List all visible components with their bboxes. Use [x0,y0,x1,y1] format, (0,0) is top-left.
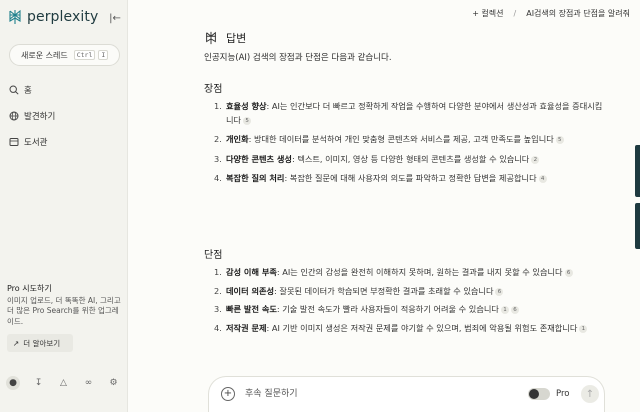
list-term: 개인화 [226,134,249,144]
list-item: 2. 데이터 의존성: 잘못된 데이터가 학습되면 부정확한 결과를 초래할 수… [200,285,608,299]
list-item: 3. 다양한 콘텐츠 생성: 텍스트, 이미지, 영상 등 다양한 형태의 콘텐… [200,153,608,167]
list-text: : 기술 발전 속도가 빨라 사용자들이 적응하기 어려울 수 있습니다 [276,304,499,314]
list-term: 데이터 의존성 [226,285,275,296]
list-number: 2. [214,134,222,144]
sidebar-item-label: 홈 [24,86,32,96]
followup-bar: + Pro ↑ [208,376,605,412]
citation-badge[interactable]: 5 [555,136,564,144]
shortcut-i: I [98,50,109,60]
list-item: 1. 감성 이해 부족: AI는 인간의 감성을 완전히 이해하지 못하며, 원… [200,266,608,280]
new-thread-button[interactable]: 새로운 스레드 Ctrl I [9,44,120,66]
list-number: 2. [214,285,222,296]
list-text: : AI는 인간보다 더 빠르고 정확하게 작업을 수행하여 다양한 분야에서 … [226,101,603,125]
cons-list: 1. 감성 이해 부족: AI는 인간의 감성을 완전히 이해하지 못하며, 원… [200,266,608,335]
attach-plus-icon[interactable]: + [221,387,235,401]
citation-badge[interactable]: 6 [495,287,504,296]
list-term: 감성 이해 부족 [226,267,277,277]
list-number: 3. [214,304,222,314]
answer-intro: 인공지능(AI) 검색의 장점과 단점은 다음과 같습니다. [204,53,392,63]
learn-more-label: 더 알아보기 [23,338,61,348]
list-item: 4. 복잡한 질의 처리: 복잡한 질문에 대해 사용자의 의도를 파악하고 정… [200,172,608,186]
pros-list: 1. 효율성 향상: AI는 인간보다 더 빠르고 정확하게 작업을 수행하여 … [200,100,608,186]
pro-promo-title: Pro 시도하기 [7,284,52,293]
list-term: 다양한 콘텐츠 생성 [226,153,292,164]
pros-heading: 장점 [204,84,223,95]
list-term: 저작권 문제 [226,322,267,333]
sidebar-item-home[interactable]: 홈 [9,84,32,96]
sidebar-item-label: 도서관 [24,138,48,148]
citation-badge[interactable]: 5 [243,116,252,125]
send-button[interactable]: ↑ [581,385,599,403]
citation-badge[interactable]: 6 [564,269,573,277]
shortcut-ctrl: Ctrl [73,50,96,60]
list-term: 복잡한 질의 처리 [226,173,285,183]
citation-badge[interactable]: 4 [538,175,547,183]
sidebar: perplexity |← 새로운 스레드 Ctrl I 홈 발견하기 도서관 … [0,0,128,412]
list-number: 4. [214,173,222,183]
add-to-collection-button[interactable]: + 컬렉션 [472,8,503,19]
citation-badge[interactable]: 1 [500,306,509,314]
pro-promo: Pro 시도하기 이미지 업로드, 더 똑똑한 AI, 그리고 더 많은 Pro… [7,284,123,327]
list-text: : 복잡한 질문에 대해 사용자의 의도를 파악하고 정확한 답변을 제공합니다 [284,173,537,183]
list-number: 1. [214,101,222,111]
collapse-sidebar-icon[interactable]: |← [109,13,121,24]
list-number: 4. [214,322,222,333]
feedback-icon[interactable]: ∞ [82,377,95,390]
answer-heading-label: 답변 [226,32,247,45]
sidebar-item-library[interactable]: 도서관 [9,136,47,148]
download-icon[interactable]: ↧ [32,377,45,390]
globe-icon [9,111,19,121]
list-item: 2. 개인화: 방대한 데이터를 분석하여 개인 맞춤형 콘텐츠와 서비스를 제… [200,133,608,147]
bell-icon[interactable]: △ [57,377,70,390]
citation-badge[interactable]: 1 [579,324,588,333]
pro-toggle[interactable] [528,388,550,400]
breadcrumb-separator: / [513,9,517,18]
list-text: : AI 기반 이미지 생성은 저작권 문제를 야기할 수 있으며, 범죄에 악… [266,322,578,333]
arrow-up-icon: ↑ [585,388,595,400]
sidebar-item-label: 발견하기 [24,112,56,122]
list-term: 효율성 향상 [226,101,267,111]
sidebar-item-discover[interactable]: 발견하기 [9,110,55,122]
pro-toggle-label: Pro [556,389,570,399]
user-icon[interactable]: ● [6,376,20,390]
list-item: 1. 효율성 향상: AI는 인간보다 더 빠르고 정확하게 작업을 수행하여 … [200,100,608,127]
answer-heading: 답변 [204,30,246,46]
list-number: 1. [214,267,222,277]
logo-text: perplexity [27,9,99,25]
arrow-up-right-icon: ↗ [13,338,20,348]
list-text: : 방대한 데이터를 분석하여 개인 맞춤형 콘텐츠와 서비스를 제공, 고객 … [248,134,554,144]
list-item: 3. 빠른 발전 속도: 기술 발전 속도가 빨라 사용자들이 적응하기 어려울… [200,303,608,317]
followup-input[interactable] [245,386,495,402]
library-icon [9,138,19,146]
list-item: 4. 저작권 문제: AI 기반 이미지 생성은 저작권 문제를 야기할 수 있… [200,322,608,336]
list-text: : AI는 인간의 감성을 완전히 이해하지 못하며, 원하는 결과를 내지 못… [276,267,563,277]
list-text: : 텍스트, 이미지, 영상 등 다양한 형태의 콘텐츠를 생성할 수 있습니다 [291,153,530,164]
logo[interactable]: perplexity [8,9,98,25]
settings-icon[interactable]: ⚙ [107,377,120,390]
perplexity-logo-icon [9,9,21,24]
list-term: 빠른 발전 속도 [226,304,277,314]
new-thread-label: 새로운 스레드 [21,50,68,60]
right-edge-tab[interactable] [635,145,640,197]
list-text: : 잘못된 데이터가 학습되면 부정확한 결과를 초래할 수 있습니다 [274,285,494,296]
answer-logo-icon [206,31,216,45]
citation-badge[interactable]: 2 [531,155,540,164]
cons-heading: 단점 [204,250,223,261]
list-number: 3. [214,153,222,164]
sidebar-footer: ● ↧ △ ∞ ⚙ [6,376,120,390]
pro-promo-desc: 이미지 업로드, 더 똑똑한 AI, 그리고 더 많은 Pro Search를 … [7,295,121,326]
search-icon [9,85,19,95]
learn-more-button[interactable]: ↗ 더 알아보기 [7,334,73,352]
thread-header: + 컬렉션 / AI검색의 장점과 단점을 알려줘 [128,0,640,28]
right-edge-tab[interactable] [635,203,640,249]
breadcrumb: + 컬렉션 / AI검색의 장점과 단점을 알려줘 [472,8,630,19]
citation-badge[interactable]: 6 [510,306,519,314]
thread-title: AI검색의 장점과 단점을 알려줘 [526,9,630,18]
